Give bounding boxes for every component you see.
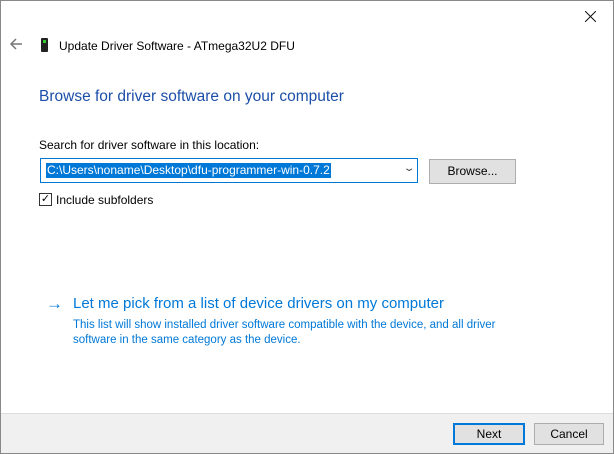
pick-from-list-link[interactable]: Let me pick from a list of device driver… — [73, 295, 444, 312]
back-button[interactable] — [9, 37, 25, 53]
checkmark-icon: ✓ — [40, 193, 51, 205]
pick-from-list-description: This list will show installed driver sof… — [73, 319, 496, 346]
back-arrow-icon — [9, 38, 22, 50]
include-subfolders-label[interactable]: Include subfolders — [56, 193, 153, 207]
device-icon — [41, 38, 48, 52]
close-button[interactable] — [575, 3, 605, 29]
page-heading: Browse for driver software on your compu… — [39, 88, 344, 105]
browse-button[interactable]: Browse... — [429, 159, 516, 184]
arrow-right-icon: → — [46, 294, 63, 313]
location-combobox[interactable]: C:\Users\noname\Desktop\dfu-programmer-w… — [40, 158, 418, 183]
location-label: Search for driver software in this locat… — [39, 138, 260, 152]
include-subfolders-checkbox[interactable]: ✓ — [39, 193, 52, 206]
update-driver-dialog: Update Driver Software - ATmega32U2 DFU … — [0, 0, 614, 454]
close-icon — [584, 10, 596, 22]
dialog-title: Update Driver Software - ATmega32U2 DFU — [59, 39, 295, 53]
location-value[interactable]: C:\Users\noname\Desktop\dfu-programmer-w… — [46, 163, 331, 178]
cancel-button[interactable]: Cancel — [534, 423, 604, 445]
chevron-down-icon[interactable]: ⌄ — [403, 163, 416, 174]
next-button[interactable]: Next — [453, 423, 525, 445]
